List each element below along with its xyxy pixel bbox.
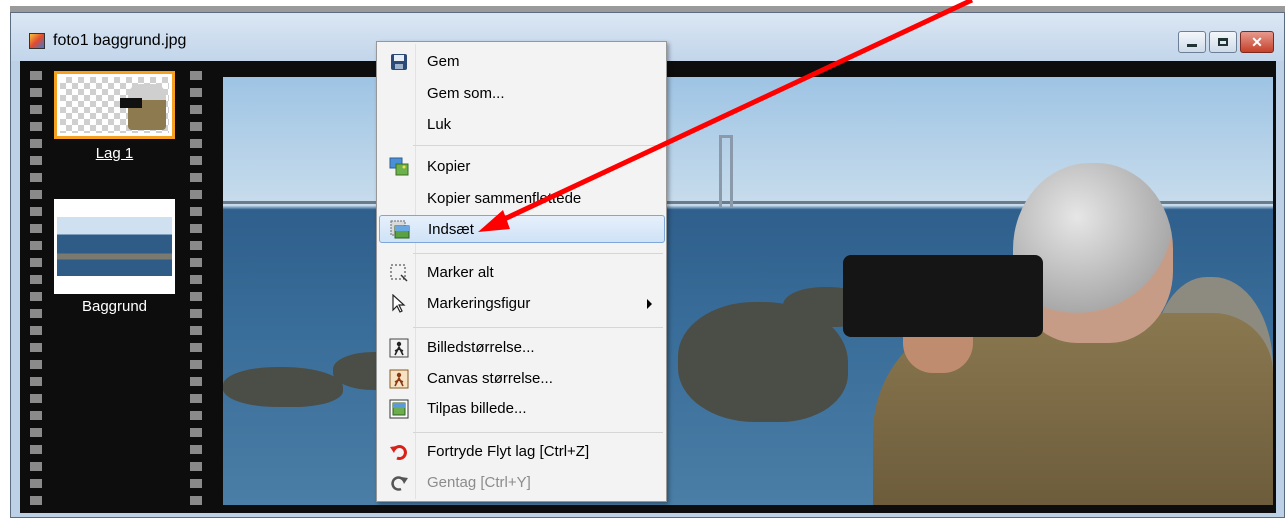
- layer-label-baggrund[interactable]: Baggrund: [54, 298, 175, 315]
- cursor-arrow-icon: [389, 294, 409, 314]
- close-icon: ✕: [1251, 34, 1263, 50]
- film-perforations-left: [30, 67, 42, 507]
- thumbnail-seascape: [57, 217, 172, 276]
- menu-item-gem-som[interactable]: Gem som...: [379, 80, 664, 108]
- thumbnail-camera: [120, 98, 142, 108]
- menu-item-canvas-storrelse[interactable]: Canvas størrelse...: [379, 365, 664, 393]
- desktop-top-edge: [0, 0, 1285, 12]
- menu-item-label: Luk: [427, 116, 452, 133]
- menu-item-gentag: Gentag [Ctrl+Y]: [379, 469, 664, 497]
- layer-label-lag1[interactable]: Lag 1: [54, 145, 175, 162]
- menu-item-markeringsfigur[interactable]: Markeringsfigur: [379, 290, 664, 318]
- menu-item-kopier-sammenflettede[interactable]: Kopier sammenflettede: [379, 185, 664, 213]
- menu-item-label: Canvas størrelse...: [427, 370, 553, 387]
- menu-item-kopier[interactable]: Kopier: [379, 153, 664, 181]
- layer-thumbnail-lag1[interactable]: [54, 71, 175, 139]
- menu-item-label: Tilpas billede...: [427, 400, 527, 417]
- canvas-area[interactable]: [211, 61, 1276, 513]
- menu-item-label: Markeringsfigur: [427, 295, 531, 312]
- submenu-arrow-icon: [647, 299, 652, 309]
- menu-item-label: Gem som...: [427, 85, 505, 102]
- menu-item-label: Kopier: [427, 158, 471, 175]
- photo-bridge-tower: [719, 135, 733, 207]
- maximize-button[interactable]: [1209, 31, 1237, 53]
- menu-item-billedstorrelse[interactable]: Billedstørrelse...: [379, 334, 664, 362]
- menu-item-label: Gem: [427, 53, 460, 70]
- photo-rock: [223, 367, 343, 407]
- menu-item-label: Indsæt: [428, 221, 474, 238]
- menu-item-fortryde[interactable]: Fortryde Flyt lag [Ctrl+Z]: [379, 438, 664, 466]
- minimize-icon: [1187, 43, 1197, 47]
- menu-item-gem[interactable]: Gem: [379, 48, 664, 76]
- menu-separator: [413, 327, 663, 328]
- floppy-disk-icon: [389, 52, 409, 72]
- menu-item-label: Kopier sammenflettede: [427, 190, 582, 207]
- select-all-icon: [389, 263, 409, 283]
- paste-image-icon: [390, 220, 410, 240]
- menu-item-luk[interactable]: Luk: [379, 111, 664, 139]
- menu-item-label: Billedstørrelse...: [427, 339, 535, 356]
- menu-separator: [413, 253, 663, 254]
- menu-item-tilpas-billede[interactable]: Tilpas billede...: [379, 395, 664, 423]
- menu-item-label: Marker alt: [427, 264, 494, 281]
- menu-item-marker-alt[interactable]: Marker alt: [379, 259, 664, 287]
- maximize-icon: [1218, 38, 1228, 46]
- fit-image-icon: [389, 399, 409, 419]
- undo-icon: [389, 442, 409, 462]
- menu-separator: [413, 432, 663, 433]
- film-perforations-right: [190, 67, 202, 507]
- close-button[interactable]: ✕: [1240, 31, 1274, 53]
- menu-item-indsaet[interactable]: Indsæt: [379, 215, 665, 243]
- context-menu: Gem Gem som... Luk Kopier Kopier sammenf…: [376, 41, 667, 502]
- layer-thumbnail-baggrund[interactable]: [54, 199, 175, 294]
- window-title: foto1 baggrund.jpg: [53, 32, 187, 49]
- redo-icon: [389, 473, 409, 493]
- layers-filmstrip: Lag 1 Baggrund: [20, 61, 211, 513]
- canvas-size-icon: [389, 369, 409, 389]
- menu-item-label: Fortryde Flyt lag [Ctrl+Z]: [427, 443, 590, 460]
- minimize-button[interactable]: [1178, 31, 1206, 53]
- photo-photographer: [843, 163, 1273, 505]
- image-file-icon: [29, 33, 45, 49]
- menu-item-label: Gentag [Ctrl+Y]: [427, 474, 531, 491]
- copy-image-icon: [389, 157, 409, 177]
- menu-separator: [413, 145, 663, 146]
- image-size-icon: [389, 338, 409, 358]
